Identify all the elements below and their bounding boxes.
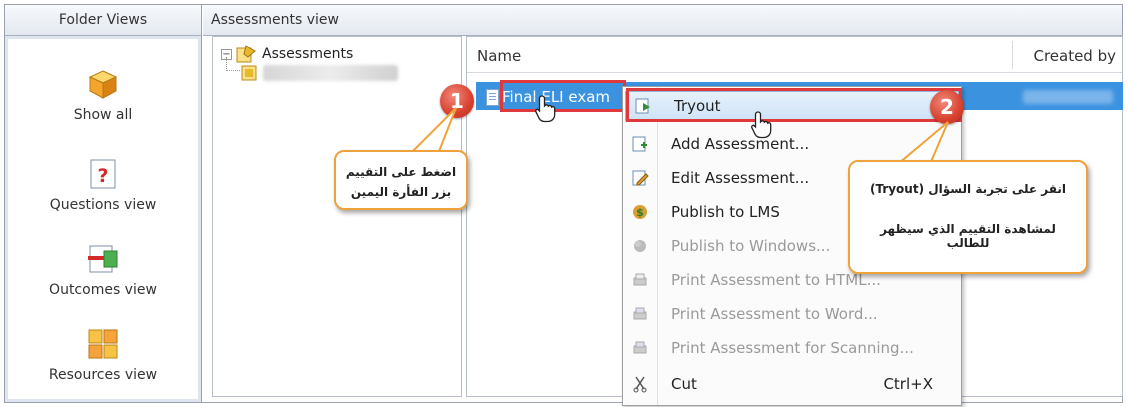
menu-item-print-scanning[interactable]: Print Assessment for Scanning... (623, 333, 961, 363)
assessment-icon (241, 65, 257, 81)
folder-views-list: Show all ? Questions view Outcomes view (8, 39, 198, 399)
svg-text:?: ? (97, 165, 108, 187)
folder-item-label: Outcomes view (49, 282, 157, 298)
highlight-tryout (626, 88, 962, 122)
cut-icon (633, 376, 647, 393)
tree-node-child[interactable] (241, 65, 398, 81)
column-header-created-by[interactable]: Created by (1033, 47, 1116, 65)
outcomes-icon (88, 245, 118, 273)
column-separator[interactable] (1012, 41, 1013, 69)
assessments-view-header: Assessments view (203, 5, 1122, 36)
folder-item-show-all[interactable]: Show all (8, 67, 198, 123)
redacted-created-by (1023, 90, 1113, 104)
redacted-name (263, 65, 398, 81)
folder-item-label: Show all (73, 107, 133, 123)
callout-2-line-1: انقر على تجربة السؤال (Tryout) (869, 182, 1067, 196)
menu-item-print-word[interactable]: Print Assessment to Word... (623, 299, 961, 329)
add-assessment-icon (632, 136, 647, 152)
print-scan-icon (633, 341, 647, 354)
list-header: Name Created by (467, 37, 1122, 73)
print-icon (633, 273, 647, 286)
tree-node-assessments[interactable]: − Assessments (221, 45, 353, 63)
document-icon (486, 88, 499, 106)
edit-assessment-icon (632, 170, 649, 186)
assessments-tree: − Assessments (212, 36, 462, 397)
tree-node-label: Assessments (262, 46, 354, 62)
print-word-icon (633, 307, 647, 320)
menu-item-cut[interactable]: Cut Ctrl+X (623, 369, 961, 399)
cube-icon (88, 70, 118, 99)
publish-windows-icon (634, 240, 646, 252)
folder-item-outcomes-view[interactable]: Outcomes view (8, 242, 198, 298)
folder-item-label: Questions view (49, 197, 157, 213)
highlight-row (500, 80, 626, 112)
folder-item-questions-view[interactable]: ? Questions view (8, 157, 198, 213)
hand-cursor-icon (535, 95, 556, 123)
tree-connector (226, 57, 240, 71)
callout-1: اضغط على التقييم بزر الفأرة اليمين (334, 150, 468, 210)
folder-views-panel: Folder Views Show all ? Questions view O… (5, 5, 202, 402)
callout-2-line-2: لمشاهدة التقييم الذي سيظهر للطالب (880, 222, 1056, 250)
question-icon: ? (90, 159, 116, 189)
folder-item-label: Resources view (48, 367, 158, 383)
publish-lms-icon: $ (633, 205, 647, 219)
hand-cursor-icon (751, 111, 772, 139)
svg-text:$: $ (636, 206, 644, 219)
folder-views-header: Folder Views (5, 5, 201, 36)
folder-item-resources-view[interactable]: Resources view (8, 327, 198, 383)
column-header-name[interactable]: Name (477, 47, 521, 65)
resources-icon (88, 329, 118, 359)
callout-2: انقر على تجربة السؤال (Tryout) لمشاهدة ا… (848, 160, 1088, 274)
